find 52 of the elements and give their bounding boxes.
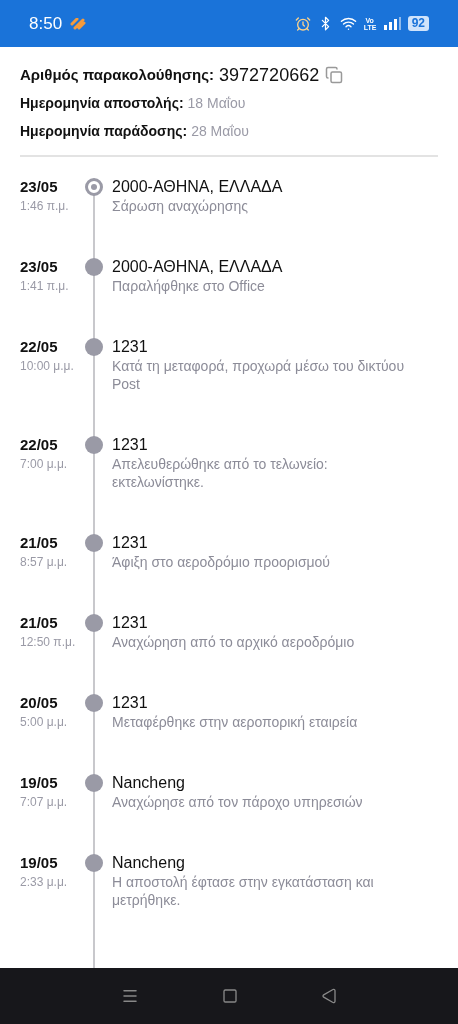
event-location: 2000-ΑΘΗΝΑ, ΕΛΛΑΔΑ [112, 257, 284, 277]
event-location: 1231 [112, 435, 149, 455]
sent-date: 18 Μαΐου [187, 93, 246, 113]
event-time: 8:57 μ.μ. [20, 554, 69, 571]
event-status: Κατά τη μεταφορά, προχωρά μέσω του δικτύου Post [112, 357, 406, 393]
event-date: 19/05 [20, 773, 59, 793]
event-location: Nancheng [112, 773, 186, 793]
event-time: 1:41 π.μ. [20, 278, 70, 295]
event-date: 23/05 [20, 177, 59, 197]
tracking-label: Αριθμός παρακολούθησης: [20, 64, 215, 85]
copy-icon[interactable] [325, 66, 344, 84]
sent-date-label: Ημερομηνία αποστολής: [20, 93, 184, 113]
event-status: Σάρωση αναχώρησης [112, 197, 249, 215]
delivery-date-label: Ημερομηνία παράδοσης: [20, 121, 188, 141]
event-location: 1231 [112, 337, 149, 357]
event-location: 1231 [112, 533, 149, 553]
event-date: 19/05 [20, 853, 59, 873]
event-date: 23/05 [20, 257, 59, 277]
event-status: Αναχώρηση από το αρχικό αεροδρόμιο [112, 633, 356, 651]
event-status: Αναχώρησε από τον πάροχο υπηρεσιών [112, 793, 364, 811]
event-location: 1231 [112, 693, 149, 713]
back-icon[interactable] [320, 988, 337, 1004]
battery-level: 92 [407, 16, 429, 31]
app-logo-icon [70, 17, 87, 30]
event-time: 7:00 μ.μ. [20, 456, 69, 473]
event-time: 5:00 μ.μ. [20, 714, 69, 731]
event-time: 10:00 μ.μ. [20, 358, 75, 375]
event-location: Nancheng [112, 853, 186, 873]
event-time: 12:50 π.μ. [20, 634, 76, 651]
alarm-icon [294, 15, 311, 32]
event-status: Παραλήφθηκε στο Office [112, 277, 266, 295]
event-status: Απελευθερώθηκε από το τελωνείο: εκτελωνίστηκε. [112, 455, 329, 491]
wifi-icon [339, 15, 357, 32]
tracking-number: 3972720662 [219, 63, 320, 87]
menu-icon[interactable] [121, 987, 140, 1005]
home-icon[interactable] [222, 988, 238, 1004]
signal-icon [382, 17, 401, 30]
event-date: 22/05 [20, 435, 59, 455]
event-time: 1:46 π.μ. [20, 198, 70, 215]
event-date: 22/05 [20, 337, 59, 357]
event-status: Άφιξη στο αεροδρόμιο προορισμού [112, 553, 332, 571]
event-time: 7:07 μ.μ. [20, 794, 69, 811]
event-status: Μεταφέρθηκε στην αεροπορική εταιρεία [112, 713, 359, 731]
delivery-date: 28 Μαΐου [191, 121, 249, 141]
event-location: 2000-ΑΘΗΝΑ, ΕΛΛΑΔΑ [112, 177, 284, 197]
event-time: 2:33 μ.μ. [20, 874, 69, 891]
event-location: 1231 [112, 613, 149, 633]
status-time: 8:50 [29, 12, 63, 35]
event-date: 21/05 [20, 613, 59, 633]
event-date: 20/05 [20, 693, 59, 713]
event-status: Η αποστολή έφτασε στην εγκατάσταση και μετρήθηκε. [112, 873, 375, 909]
event-date: 21/05 [20, 533, 59, 553]
